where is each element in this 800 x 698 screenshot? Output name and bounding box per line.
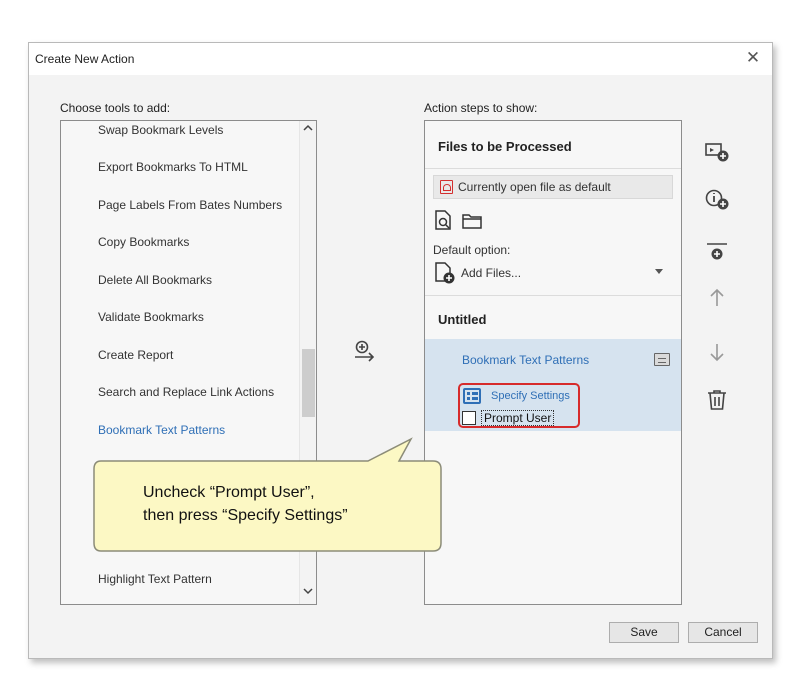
browse-file-icon[interactable] (433, 209, 455, 236)
save-button[interactable]: Save (609, 622, 679, 643)
settings-list-icon (463, 388, 481, 404)
action-step-row[interactable]: Bookmark Text Patterns Specify Settings … (425, 339, 681, 431)
divider (425, 295, 681, 296)
cancel-button[interactable]: Cancel (688, 622, 758, 643)
add-files-value: Add Files... (461, 266, 522, 280)
add-instruction-icon[interactable] (704, 188, 730, 212)
tool-item[interactable]: Export Bookmarks To HTML (98, 160, 248, 174)
chevron-down-icon[interactable] (300, 586, 316, 602)
prompt-user-option[interactable]: Prompt User (462, 410, 577, 426)
file-default-label: Currently open file as default (458, 180, 611, 194)
add-panel-icon[interactable] (704, 240, 730, 264)
default-option-label: Default option: (433, 243, 511, 257)
chevron-down-icon (655, 268, 663, 277)
tool-item[interactable]: Copy Bookmarks (98, 235, 189, 249)
specify-settings-button[interactable]: Specify Settings (463, 387, 575, 407)
tool-item[interactable]: Validate Bookmarks (98, 310, 204, 324)
title-bar: Create New Action ✕ (29, 43, 772, 75)
prompt-user-label[interactable]: Prompt User (481, 410, 555, 426)
callout-line: Uncheck “Prompt User”, (143, 484, 315, 501)
pdf-icon (440, 180, 453, 194)
tool-item[interactable]: Highlight Text Pattern (98, 572, 212, 586)
divider (425, 168, 681, 169)
prompt-user-checkbox[interactable] (462, 411, 476, 425)
files-header: Files to be Processed (438, 139, 572, 154)
file-default-field[interactable]: Currently open file as default (433, 175, 673, 199)
folder-icon[interactable] (461, 211, 483, 236)
chevron-up-icon[interactable] (300, 123, 316, 139)
tool-item[interactable]: Swap Bookmark Levels (98, 123, 223, 137)
steps-panel: Files to be Processed Currently open fil… (424, 120, 682, 605)
steps-label: Action steps to show: (424, 101, 538, 115)
add-file-icon (433, 261, 457, 288)
callout-line: then press “Specify Settings” (143, 507, 348, 524)
instruction-callout: Uncheck “Prompt User”, then press “Speci… (93, 437, 443, 552)
add-step-icon[interactable] (353, 339, 379, 365)
tool-item[interactable]: Create Report (98, 348, 173, 362)
callout-text: Uncheck “Prompt User”, then press “Speci… (143, 481, 433, 527)
close-icon[interactable]: ✕ (742, 47, 764, 69)
specify-settings-label: Specify Settings (491, 390, 570, 402)
tools-label: Choose tools to add: (60, 101, 171, 115)
tool-item[interactable]: Delete All Bookmarks (98, 273, 212, 287)
add-files-dropdown[interactable]: Add Files... (433, 261, 673, 285)
delete-icon[interactable] (704, 388, 730, 412)
move-down-icon[interactable] (704, 340, 730, 364)
step-name: Bookmark Text Patterns (462, 353, 590, 367)
tool-item[interactable]: Search and Replace Link Actions (98, 385, 274, 399)
group-header: Untitled (438, 312, 487, 327)
step-options-icon[interactable] (654, 353, 670, 366)
tool-item[interactable]: Page Labels From Bates Numbers (98, 198, 282, 212)
scroll-thumb[interactable] (302, 349, 315, 417)
dialog-title: Create New Action (35, 52, 135, 66)
move-up-icon[interactable] (704, 286, 730, 310)
tool-item-selected[interactable]: Bookmark Text Patterns (98, 423, 225, 437)
add-file-icon[interactable] (704, 140, 730, 164)
